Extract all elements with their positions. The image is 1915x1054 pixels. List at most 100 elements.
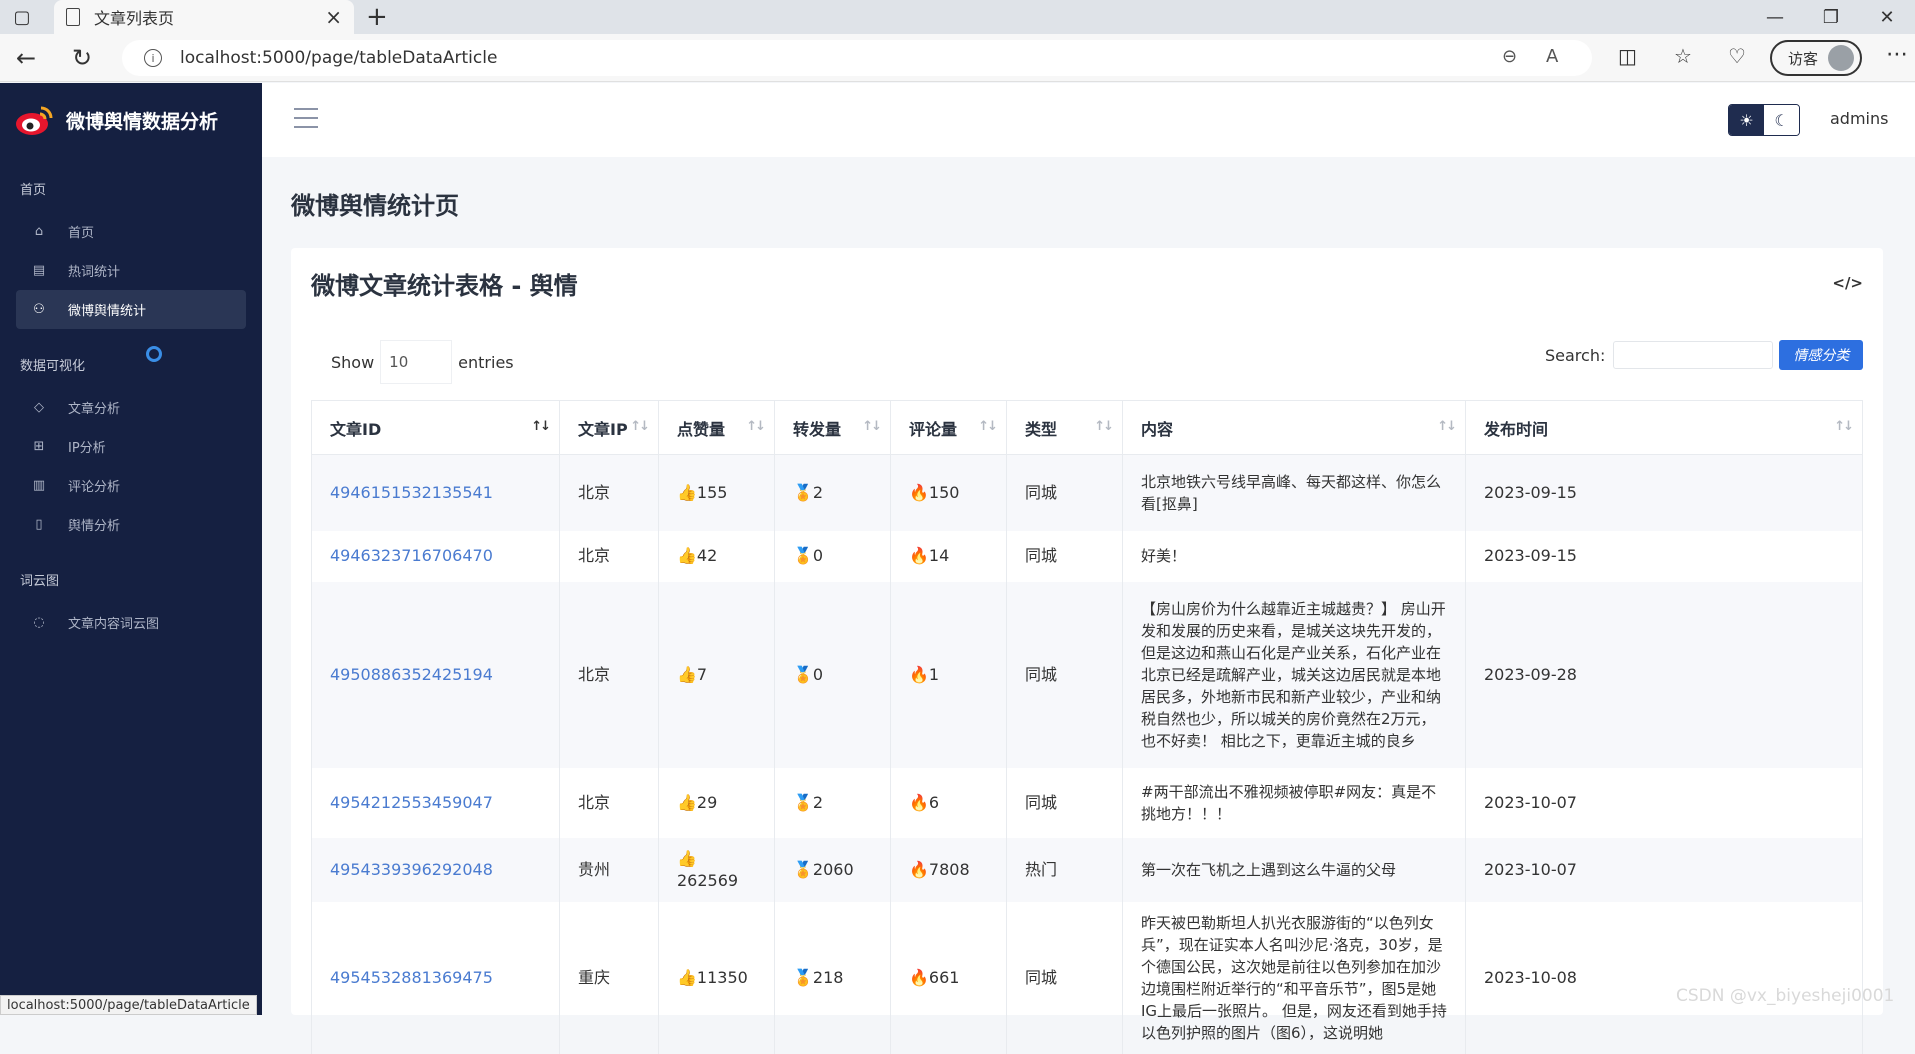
- sidebar-item-ip-analysis[interactable]: ⊞ IP分析: [16, 427, 246, 466]
- date-cell: 2023-09-15: [1465, 530, 1863, 582]
- url-field[interactable]: i localhost:5000/page/tableDataArticle ⊖…: [122, 40, 1592, 76]
- search-control: Search: 情感分类: [1545, 340, 1864, 370]
- cart-icon: ⊞: [33, 439, 45, 454]
- browser-tab[interactable]: 文章列表页 ×: [54, 0, 354, 34]
- sort-icon[interactable]: ↑↓: [630, 419, 650, 434]
- table-row: 4954212553459047 北京 👍29 🏅2 🔥6 同城 #两干部流出不雅视频被停职…: [311, 767, 1863, 838]
- entries-label: entries: [458, 352, 514, 372]
- sidebar-item-hotwords[interactable]: ▤ 热词统计: [16, 251, 246, 290]
- medal-icon: 🏅: [793, 482, 813, 502]
- col-header-type[interactable]: 类型 ↑↓: [1006, 400, 1123, 455]
- favorites-icon[interactable]: ☆: [1674, 44, 1692, 68]
- content-cell: 【房山房价为什么越靠近主城越贵？】 房山开发和发展的历史来看，是城关这块先开发的…: [1122, 581, 1466, 768]
- code-icon[interactable]: </>: [1832, 274, 1863, 292]
- likes-cell: 👍155: [658, 454, 775, 531]
- health-icon[interactable]: ♡: [1728, 44, 1746, 68]
- restore-icon[interactable]: ❐: [1803, 0, 1859, 34]
- refresh-icon[interactable]: ↻: [72, 44, 92, 72]
- split-screen-icon[interactable]: ◫: [1618, 44, 1637, 68]
- sort-icon[interactable]: ↑↓: [862, 419, 882, 434]
- classify-button[interactable]: 情感分类: [1779, 340, 1864, 370]
- sidebar-section-wordcloud: 词云图: [20, 574, 60, 589]
- medal-icon: 🏅: [793, 792, 813, 812]
- info-icon[interactable]: i: [144, 49, 162, 67]
- article-ip: 北京: [559, 454, 659, 531]
- article-id-link[interactable]: 4954532881369475: [311, 901, 560, 1054]
- light-mode-icon[interactable]: ☀: [1729, 105, 1764, 135]
- col-header-date[interactable]: 发布时间 ↑↓: [1465, 400, 1863, 455]
- thumbs-up-icon: 👍: [677, 792, 697, 812]
- article-id-link[interactable]: 4950886352425194: [311, 581, 560, 768]
- sort-icon[interactable]: ↑↓: [1834, 419, 1854, 434]
- watermark: CSDN @vx_biyesheji0001: [1676, 986, 1895, 1006]
- keyboard-icon: ▤: [32, 263, 46, 278]
- comments-value: 6: [928, 792, 940, 812]
- zoom-out-icon[interactable]: ⊖: [1502, 46, 1517, 67]
- sort-icon[interactable]: ↑↓: [978, 419, 998, 434]
- search-input[interactable]: [1613, 341, 1774, 369]
- sort-icon[interactable]: ↑↓: [1437, 419, 1457, 434]
- more-icon[interactable]: ⋯: [1886, 42, 1908, 67]
- sidebar-item-label: 文章内容词云图: [68, 617, 160, 632]
- back-icon[interactable]: ←: [16, 44, 36, 72]
- close-tab-icon[interactable]: ×: [325, 5, 342, 29]
- reposts-cell: 🏅218: [774, 901, 891, 1054]
- likes-cell: 👍42: [658, 530, 775, 582]
- article-id-link[interactable]: 4954212553459047: [311, 767, 560, 838]
- table-row: 4954532881369475 重庆 👍11350 🏅218 🔥661 同城 昨天被巴勒斯…: [311, 901, 1863, 1054]
- article-id-link[interactable]: 4954339396292048: [311, 837, 560, 902]
- new-tab-icon[interactable]: +: [366, 2, 388, 32]
- sidebar-item-label: 热词统计: [68, 265, 121, 280]
- menu-toggle-icon[interactable]: [294, 108, 318, 128]
- page-title: 微博舆情统计页: [291, 192, 459, 220]
- col-header-comments[interactable]: 评论量 ↑↓: [890, 400, 1007, 455]
- sidebar-item-label: 评论分析: [68, 480, 121, 495]
- profile-button[interactable]: 访客: [1770, 40, 1862, 76]
- close-window-icon[interactable]: ✕: [1859, 0, 1915, 34]
- sidebar-item-wordcloud[interactable]: ◌ 文章内容词云图: [16, 603, 246, 642]
- sort-icon[interactable]: ↑↓: [531, 419, 551, 434]
- reposts-cell: 🏅0: [774, 581, 891, 768]
- content-cell: 第一次在飞机之上遇到这么牛逼的父母: [1122, 837, 1466, 902]
- article-id-link[interactable]: 4946151532135541: [311, 454, 560, 531]
- weibo-logo-icon: [16, 106, 53, 135]
- likes-value: 262569: [677, 870, 739, 890]
- col-header-likes[interactable]: 点赞量 ↑↓: [658, 400, 775, 455]
- table-row: 4946151532135541 北京 👍155 🏅2 🔥150 同城 北京地铁六号线早高峰…: [311, 454, 1863, 531]
- col-header-ip[interactable]: 文章IP ↑↓: [559, 400, 659, 455]
- col-header-reposts[interactable]: 转发量 ↑↓: [774, 400, 891, 455]
- clipboard-icon: ▯: [35, 517, 43, 532]
- reposts-value: 0: [812, 664, 824, 684]
- col-header-content[interactable]: 内容 ↑↓: [1122, 400, 1466, 455]
- reposts-value: 218: [812, 967, 844, 987]
- brand[interactable]: 微博舆情数据分析: [0, 83, 262, 157]
- minimize-icon[interactable]: —: [1747, 0, 1803, 34]
- sort-icon[interactable]: ↑↓: [746, 419, 766, 434]
- sort-icon[interactable]: ↑↓: [1094, 419, 1114, 434]
- tab-actions-icon[interactable]: ▢: [0, 0, 44, 34]
- read-aloud-icon[interactable]: A: [1546, 46, 1558, 67]
- sidebar-item-sentiment-analysis[interactable]: ▯ 舆情分析: [16, 505, 246, 544]
- sidebar-item-home[interactable]: ⌂ 首页: [16, 212, 246, 251]
- user-name[interactable]: admins: [1830, 109, 1888, 128]
- fire-icon: 🔥: [909, 482, 929, 502]
- article-id-link[interactable]: 4946323716706470: [311, 530, 560, 582]
- sidebar-item-article-analysis[interactable]: ◇ 文章分析: [16, 388, 246, 427]
- theme-toggle[interactable]: ☀ ☾: [1728, 104, 1800, 136]
- thumbs-up-icon: 👍: [677, 967, 697, 987]
- top-bar: ☀ ☾ admins: [262, 83, 1915, 157]
- sidebar-item-sentiment-stats[interactable]: ⚇ 微博舆情统计: [16, 290, 246, 329]
- article-table: 文章ID ↑↓ 文章IP ↑↓ 点赞量 ↑↓ 转发量 ↑↓ 评论量 ↑↓ 类型 ↑↓ 内容 ↑…: [311, 400, 1863, 1054]
- chart-icon: ▥: [32, 478, 46, 493]
- sidebar-item-comment-analysis[interactable]: ▥ 评论分析: [16, 466, 246, 505]
- table-row: 4946323716706470 北京 👍42 🏅0 🔥14 同城 好美！ 2023-09-1…: [311, 530, 1863, 582]
- card-title: 微博文章统计表格 - 舆情: [311, 272, 578, 300]
- sidebar-item-label: 首页: [68, 226, 95, 241]
- article-ip: 北京: [559, 581, 659, 768]
- dark-mode-icon[interactable]: ☾: [1764, 105, 1799, 135]
- likes-cell: 👍29: [658, 767, 775, 838]
- entries-select[interactable]: 10: [380, 340, 453, 384]
- col-header-id[interactable]: 文章ID ↑↓: [311, 400, 560, 455]
- content-cell: 昨天被巴勒斯坦人扒光衣服游街的“以色列女兵”，现在证实本人名叫沙尼·洛克，30岁…: [1122, 901, 1466, 1054]
- fire-icon: 🔥: [909, 664, 929, 684]
